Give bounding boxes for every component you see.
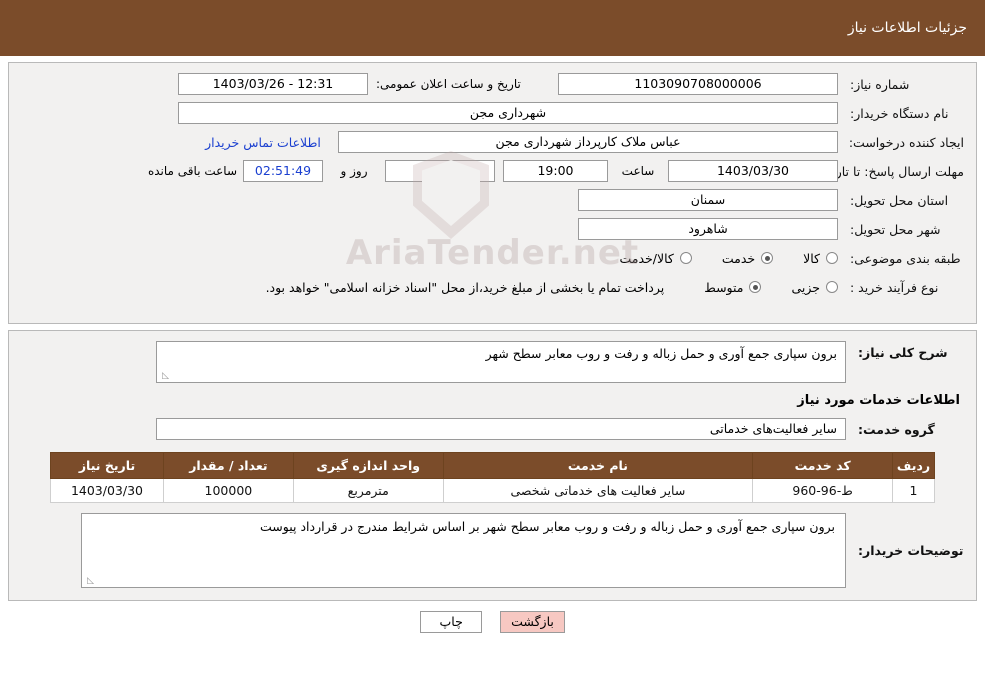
remaining-label: ساعت باقی مانده: [147, 164, 237, 178]
th-name: نام خدمت: [442, 452, 754, 479]
services-table: ردیف کد خدمت نام خدمت واحد اندازه گیری ت…: [50, 452, 935, 503]
process-option-label: جزیی: [791, 279, 820, 295]
process-option-jozei[interactable]: جزیی: [791, 280, 838, 295]
row-province: استان محل تحویل: سمنان: [21, 189, 964, 211]
category-option-khedmat[interactable]: خدمت: [721, 250, 774, 266]
service-group-label: گروه خدمت:: [858, 421, 935, 437]
requester-label: ایجاد کننده درخواست:: [848, 134, 964, 150]
deadline-time-value: 19:00: [503, 160, 608, 182]
need-info-panel: AriaTender.net شماره نیاز: 1103090708000…: [8, 62, 977, 324]
page-header: جزئیات اطلاعات نیاز: [0, 0, 985, 56]
need-number-label: شماره نیاز:: [850, 76, 910, 92]
row-need-number: شماره نیاز: 1103090708000006 تاریخ و ساع…: [21, 73, 964, 95]
category-option-label: خدمت: [721, 250, 756, 266]
hour-label: ساعت: [621, 164, 655, 178]
cell-unit: مترمربع: [292, 478, 444, 503]
row-deadline: مهلت ارسال پاسخ: تا تاریخ: 1403/03/30 سا…: [21, 160, 964, 182]
row-buyer-org: نام دستگاه خریدار: شهرداری مجن: [21, 102, 964, 124]
process-type-label: نوع فرآیند خرید :: [850, 279, 939, 295]
radio-icon[interactable]: [749, 281, 762, 293]
category-option-kala-khedmat[interactable]: کالا/خدمت: [619, 250, 692, 266]
row-category: طبقه بندی موضوعی: کالا خدمت کالا/خدمت: [21, 247, 964, 269]
page-title: جزئیات اطلاعات نیاز: [847, 20, 967, 36]
radio-icon[interactable]: [826, 252, 838, 264]
category-option-label: کالا: [803, 250, 820, 266]
cell-name: سایر فعالیت های خدماتی شخصی: [442, 478, 754, 503]
resize-grip-icon[interactable]: ◺: [159, 371, 169, 381]
row-city: شهر محل تحویل: شاهرود: [21, 218, 964, 240]
radio-icon[interactable]: [761, 252, 774, 264]
general-desc-text: برون سپاری جمع آوری و حمل زباله و رفت و …: [485, 346, 837, 361]
table-row: 1 ط-96-960 سایر فعالیت های خدماتی شخصی م…: [50, 478, 935, 503]
category-label: طبقه بندی موضوعی:: [850, 250, 961, 266]
cell-date: 1403/03/30: [50, 478, 164, 503]
resize-grip-icon[interactable]: ◺: [84, 576, 94, 586]
public-announce-value: 1403/03/26 - 12:31: [178, 73, 368, 95]
process-option-label: متوسط: [704, 279, 744, 295]
general-desc-value[interactable]: برون سپاری جمع آوری و حمل زباله و رفت و …: [156, 341, 846, 383]
general-desc-label: شرح کلی نیاز:: [858, 345, 948, 360]
remaining-timer-value: 02:51:49: [243, 160, 323, 182]
row-buyer-notes: توضیحات خریدار: برون سپاری جمع آوری و حم…: [21, 513, 964, 588]
buyer-notes-label: توضیحات خریدار:: [858, 543, 964, 558]
process-note: پرداخت تمام یا بخشی از مبلغ خرید،از محل …: [265, 279, 665, 295]
services-section-title: اطلاعات خدمات مورد نیاز: [797, 393, 960, 408]
footer-actions: بازگشت چاپ: [0, 611, 985, 633]
city-value: شاهرود: [578, 218, 838, 240]
buyer-contact-link[interactable]: اطلاعات تماس خریدار: [188, 135, 338, 150]
row-service-group: گروه خدمت: سایر فعالیت‌های خدماتی: [21, 418, 964, 440]
need-number-value: 1103090708000006: [558, 73, 838, 95]
cell-row: 1: [892, 478, 935, 503]
table-header-row: ردیف کد خدمت نام خدمت واحد اندازه گیری ت…: [50, 452, 935, 479]
th-code: کد خدمت: [752, 452, 894, 479]
need-details-panel: شرح کلی نیاز: برون سپاری جمع آوری و حمل …: [8, 330, 977, 601]
th-unit: واحد اندازه گیری: [292, 452, 444, 479]
cell-code: ط-96-960: [752, 478, 894, 503]
th-qty: تعداد / مقدار: [162, 452, 294, 479]
buyer-notes-text: برون سپاری جمع آوری و حمل زباله و رفت و …: [260, 519, 835, 534]
radio-icon[interactable]: [679, 252, 692, 264]
province-label: استان محل تحویل:: [850, 192, 949, 208]
requester-value: عباس ملاک کارپرداز شهرداری مجن: [338, 131, 838, 153]
public-announce-label: تاریخ و ساعت اعلان عمومی:: [376, 77, 521, 91]
radio-icon[interactable]: [826, 281, 838, 293]
deadline-label: مهلت ارسال پاسخ: تا تاریخ:: [819, 163, 964, 179]
row-general-description: شرح کلی نیاز: برون سپاری جمع آوری و حمل …: [21, 341, 964, 383]
page-root: جزئیات اطلاعات نیاز AriaTender.net شماره…: [0, 0, 985, 691]
buyer-org-value: شهرداری مجن: [178, 102, 838, 124]
service-group-value: سایر فعالیت‌های خدماتی: [156, 418, 846, 440]
print-button[interactable]: چاپ: [420, 611, 483, 633]
th-date: تاریخ نیاز: [50, 452, 164, 479]
remaining-days-value: 4: [385, 160, 495, 182]
process-option-motavasset[interactable]: متوسط: [704, 279, 762, 295]
buyer-org-label: نام دستگاه خریدار:: [850, 105, 949, 121]
cell-qty: 100000: [162, 478, 294, 503]
process-radio-group: جزیی متوسط: [674, 280, 838, 295]
days-label: روز و: [340, 164, 368, 178]
th-row: ردیف: [892, 452, 935, 479]
category-option-label: کالا/خدمت: [619, 250, 674, 266]
category-option-kala[interactable]: کالا: [803, 251, 838, 266]
row-requester: ایجاد کننده درخواست: عباس ملاک کارپرداز …: [21, 131, 964, 153]
province-value: سمنان: [578, 189, 838, 211]
city-label: شهر محل تحویل:: [850, 221, 941, 237]
deadline-date-value: 1403/03/30: [668, 160, 838, 182]
back-button[interactable]: بازگشت: [500, 611, 565, 633]
category-radio-group: کالا خدمت کالا/خدمت: [589, 251, 838, 266]
row-process-type: نوع فرآیند خرید : جزیی متوسط پرداخت تمام…: [21, 276, 964, 298]
buyer-notes-value[interactable]: برون سپاری جمع آوری و حمل زباله و رفت و …: [81, 513, 846, 588]
